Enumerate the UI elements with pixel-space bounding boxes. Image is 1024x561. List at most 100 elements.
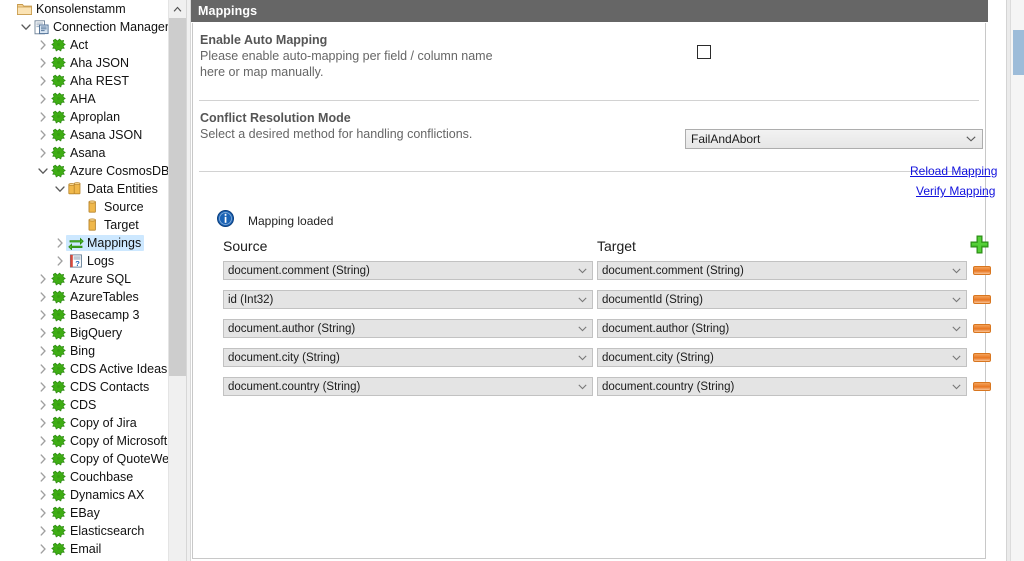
source-field-dropdown[interactable]: document.country (String) — [223, 377, 593, 396]
chevron-right-icon[interactable] — [36, 36, 49, 54]
chevron-right-icon[interactable] — [36, 90, 49, 108]
source-field-dropdown[interactable]: id (Int32) — [223, 290, 593, 309]
scroll-up-arrow-icon[interactable] — [169, 0, 186, 17]
conflict-resolution-selected-value: FailAndAbort — [691, 132, 760, 146]
tree-vertical-scrollbar[interactable] — [168, 0, 186, 561]
chevron-right-icon[interactable] — [36, 108, 49, 126]
chevron-right-icon[interactable] — [36, 72, 49, 90]
tree-item-label: Bing — [70, 343, 95, 359]
tree-item-dynamics-ax[interactable]: Dynamics AX — [0, 486, 186, 504]
tree-item-content: BigQuery — [49, 325, 125, 341]
chevron-right-icon[interactable] — [36, 306, 49, 324]
chevron-right-icon[interactable] — [36, 468, 49, 486]
section-divider-2 — [199, 171, 979, 172]
remove-mapping-button[interactable] — [973, 324, 991, 333]
chevron-right-icon[interactable] — [36, 378, 49, 396]
target-field-dropdown[interactable]: document.comment (String) — [597, 261, 967, 280]
chevron-right-icon[interactable] — [36, 504, 49, 522]
connector-icon — [50, 271, 67, 287]
chevron-right-icon[interactable] — [53, 234, 66, 252]
tree-item-mappings[interactable]: Mappings — [0, 234, 186, 252]
chevron-right-icon[interactable] — [36, 414, 49, 432]
connector-icon — [50, 415, 67, 431]
tree-item-basecamp-3[interactable]: Basecamp 3 — [0, 306, 186, 324]
connection-tree[interactable]: KonsolenstammConnection ManagerActAha JS… — [0, 0, 186, 558]
chevron-right-icon[interactable] — [36, 126, 49, 144]
tree-item-label: Logs — [87, 253, 114, 269]
chevron-right-icon[interactable] — [36, 270, 49, 288]
window-vertical-scrollbar[interactable] — [1010, 0, 1024, 561]
tree-item-copy-of-quotewerks[interactable]: Copy of QuoteWerks — [0, 450, 186, 468]
tree-item-azure-sql[interactable]: Azure SQL — [0, 270, 186, 288]
conflict-resolution-dropdown[interactable]: FailAndAbort — [685, 129, 983, 149]
tree-item-ebay[interactable]: EBay — [0, 504, 186, 522]
tree-item-azuretables[interactable]: AzureTables — [0, 288, 186, 306]
remove-mapping-button[interactable] — [973, 353, 991, 362]
tree-item-source[interactable]: Source — [0, 198, 186, 216]
tree-item-bing[interactable]: Bing — [0, 342, 186, 360]
chevron-down-icon[interactable] — [36, 162, 49, 180]
tree-item-act[interactable]: Act — [0, 36, 186, 54]
window-scrollbar-thumb[interactable] — [1013, 30, 1024, 75]
connector-icon — [50, 127, 67, 143]
tree-item-asana-json[interactable]: Asana JSON — [0, 126, 186, 144]
tree-item-cds-active-ideas[interactable]: CDS Active Ideas — [0, 360, 186, 378]
conflict-resolution-section: Conflict Resolution Mode Select a desire… — [193, 101, 985, 171]
chevron-right-icon[interactable] — [53, 252, 66, 270]
tree-item-copy-of-microsoft-team[interactable]: Copy of Microsoft Team — [0, 432, 186, 450]
tree-item-konsolenstamm[interactable]: Konsolenstamm — [0, 0, 186, 18]
chevron-right-icon[interactable] — [36, 540, 49, 558]
target-field-dropdown[interactable]: document.author (String) — [597, 319, 967, 338]
tree-item-label: Konsolenstamm — [36, 1, 126, 17]
tree-item-aha[interactable]: AHA — [0, 90, 186, 108]
remove-mapping-button[interactable] — [973, 382, 991, 391]
tree-item-aha-json[interactable]: Aha JSON — [0, 54, 186, 72]
tree-item-couchbase[interactable]: Couchbase — [0, 468, 186, 486]
chevron-right-icon[interactable] — [36, 144, 49, 162]
add-mapping-button[interactable] — [969, 234, 989, 254]
page-title: Mappings — [198, 4, 257, 18]
source-field-dropdown[interactable]: document.comment (String) — [223, 261, 593, 280]
tree-item-cds[interactable]: CDS — [0, 396, 186, 414]
chevron-down-icon[interactable] — [53, 180, 66, 198]
target-field-dropdown[interactable]: document.country (String) — [597, 377, 967, 396]
tree-item-aproplan[interactable]: Aproplan — [0, 108, 186, 126]
tree-item-azure-cosmosdb[interactable]: Azure CosmosDB — [0, 162, 186, 180]
reload-mapping-link[interactable]: Reload Mapping — [910, 164, 997, 178]
application-window: KonsolenstammConnection ManagerActAha JS… — [0, 0, 1024, 561]
chevron-right-icon[interactable] — [36, 342, 49, 360]
tree-item-content: Dynamics AX — [49, 487, 147, 503]
chevron-right-icon[interactable] — [36, 450, 49, 468]
chevron-right-icon[interactable] — [36, 288, 49, 306]
status-row: Mapping loaded — [217, 210, 333, 232]
tree-item-data-entities[interactable]: Data Entities — [0, 180, 186, 198]
tree-item-copy-of-jira[interactable]: Copy of Jira — [0, 414, 186, 432]
chevron-right-icon[interactable] — [36, 486, 49, 504]
remove-mapping-button[interactable] — [973, 266, 991, 275]
remove-mapping-button[interactable] — [973, 295, 991, 304]
svg-text:?: ? — [75, 259, 80, 268]
verify-mapping-link[interactable]: Verify Mapping — [916, 184, 995, 198]
target-field-dropdown[interactable]: documentId (String) — [597, 290, 967, 309]
tree-item-email[interactable]: Email — [0, 540, 186, 558]
chevron-right-icon[interactable] — [36, 522, 49, 540]
tree-item-logs[interactable]: ? Logs — [0, 252, 186, 270]
chevron-right-icon[interactable] — [36, 54, 49, 72]
tree-item-bigquery[interactable]: BigQuery — [0, 324, 186, 342]
chevron-right-icon[interactable] — [36, 360, 49, 378]
source-field-dropdown[interactable]: document.city (String) — [223, 348, 593, 367]
source-field-dropdown[interactable]: document.author (String) — [223, 319, 593, 338]
tree-item-elasticsearch[interactable]: Elasticsearch — [0, 522, 186, 540]
chevron-down-icon[interactable] — [19, 18, 32, 36]
chevron-right-icon[interactable] — [36, 324, 49, 342]
chevron-right-icon[interactable] — [36, 396, 49, 414]
tree-item-connection-manager[interactable]: Connection Manager — [0, 18, 186, 36]
tree-item-target[interactable]: Target — [0, 216, 186, 234]
tree-item-asana[interactable]: Asana — [0, 144, 186, 162]
tree-item-cds-contacts[interactable]: CDS Contacts — [0, 378, 186, 396]
tree-scrollbar-thumb[interactable] — [169, 18, 186, 376]
tree-item-aha-rest[interactable]: Aha REST — [0, 72, 186, 90]
chevron-right-icon[interactable] — [36, 432, 49, 450]
enable-auto-mapping-checkbox[interactable] — [697, 45, 711, 59]
target-field-dropdown[interactable]: document.city (String) — [597, 348, 967, 367]
